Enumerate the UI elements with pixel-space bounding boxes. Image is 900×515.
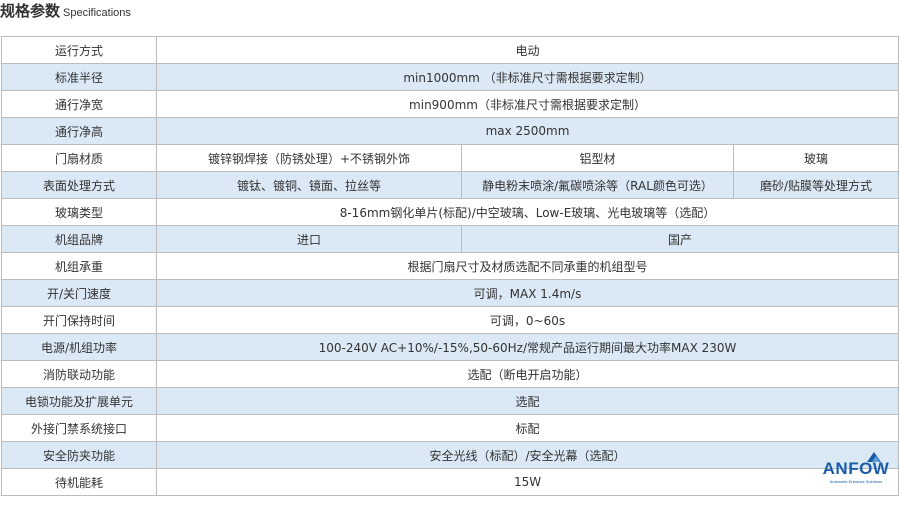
table-row: 机组品牌 进口 国产 (1, 225, 900, 253)
logo-tagline: Automatic Entrance Solutions (829, 479, 883, 484)
row-label: 开门保持时间 (1, 306, 157, 334)
row-value: 选配（断电开启功能） (155, 360, 900, 388)
row-label: 玻璃类型 (1, 198, 157, 226)
row-value: 15W (155, 468, 900, 496)
row-label: 电源/机组功率 (1, 333, 157, 361)
table-row: 待机能耗 15W (1, 468, 900, 496)
row-label: 机组品牌 (1, 225, 157, 253)
table-row: 外接门禁系统接口 标配 (1, 414, 900, 442)
heading-title-zh: 规格参数 (0, 2, 61, 20)
row-value: 镀钛、镀铜、镜面、拉丝等 (156, 171, 462, 199)
table-row: 电源/机组功率 100-240V AC+10%/-15%,50-60Hz/常规产… (1, 333, 900, 361)
table-row: 门扇材质 镀锌钢焊接（防锈处理）+不锈钢外饰 铝型材 玻璃 (1, 144, 900, 172)
heading-title-en: Specifications (63, 7, 131, 19)
anfow-logo: ANFOW Automatic Entrance Solutions (817, 452, 895, 486)
row-label: 开/关门速度 (1, 279, 157, 307)
table-row: 运行方式 电动 (1, 36, 900, 64)
row-label: 标准半径 (1, 63, 157, 91)
table-row: 机组承重 根据门扇尺寸及材质选配不同承重的机组型号 (1, 252, 900, 280)
logo-wordmark: ANFOW (822, 459, 890, 478)
row-value: 可调，0~60s (155, 306, 900, 334)
row-label: 表面处理方式 (1, 171, 157, 199)
table-row: 安全防夹功能 安全光线（标配）/安全光幕（选配） (1, 441, 900, 469)
row-value: min1000mm （非标准尺寸需根据要求定制） (155, 63, 900, 91)
table-row: 标准半径 min1000mm （非标准尺寸需根据要求定制） (1, 63, 900, 91)
row-label: 门扇材质 (1, 144, 157, 172)
table-row: 玻璃类型 8-16mm钢化单片(标配)/中空玻璃、Low-E玻璃、光电玻璃等（选… (1, 198, 900, 226)
row-value: 8-16mm钢化单片(标配)/中空玻璃、Low-E玻璃、光电玻璃等（选配） (155, 198, 900, 226)
row-label: 电锁功能及扩展单元 (1, 387, 157, 415)
table-row: 开/关门速度 可调，MAX 1.4m/s (1, 279, 900, 307)
table-row: 电锁功能及扩展单元 选配 (1, 387, 900, 415)
section-heading: 规格参数 Specifications (0, 0, 131, 22)
row-value: 可调，MAX 1.4m/s (155, 279, 900, 307)
row-label: 外接门禁系统接口 (1, 414, 157, 442)
row-value: 玻璃 (732, 144, 900, 172)
row-label: 通行净宽 (1, 90, 157, 118)
row-value: min900mm（非标准尺寸需根据要求定制） (155, 90, 900, 118)
row-value: 镀锌钢焊接（防锈处理）+不锈钢外饰 (156, 144, 462, 172)
row-label: 通行净高 (1, 117, 157, 145)
row-value: 选配 (155, 387, 900, 415)
table-row: 通行净高 max 2500mm (1, 117, 900, 145)
table-row: 消防联动功能 选配（断电开启功能） (1, 360, 900, 388)
row-value: 静电粉末喷涂/氟碳喷涂等（RAL颜色可选） (461, 171, 734, 199)
row-value: max 2500mm (155, 117, 900, 145)
row-value: 进口 (156, 225, 462, 253)
row-value: 安全光线（标配）/安全光幕（选配） (155, 441, 900, 469)
row-value: 磨砂/贴膜等处理方式 (732, 171, 900, 199)
row-value: 根据门扇尺寸及材质选配不同承重的机组型号 (155, 252, 900, 280)
row-value: 电动 (155, 36, 900, 64)
row-label: 消防联动功能 (1, 360, 157, 388)
spec-table: 运行方式 电动 标准半径 min1000mm （非标准尺寸需根据要求定制） 通行… (1, 36, 900, 496)
row-label: 安全防夹功能 (1, 441, 157, 469)
table-row: 开门保持时间 可调，0~60s (1, 306, 900, 334)
row-label: 待机能耗 (1, 468, 157, 496)
row-value: 铝型材 (461, 144, 734, 172)
table-row: 通行净宽 min900mm（非标准尺寸需根据要求定制） (1, 90, 900, 118)
table-row: 表面处理方式 镀钛、镀铜、镜面、拉丝等 静电粉末喷涂/氟碳喷涂等（RAL颜色可选… (1, 171, 900, 199)
row-label: 运行方式 (1, 36, 157, 64)
row-value: 国产 (460, 225, 900, 253)
row-value: 100-240V AC+10%/-15%,50-60Hz/常规产品运行期间最大功… (155, 333, 900, 361)
row-value: 标配 (155, 414, 900, 442)
row-label: 机组承重 (1, 252, 157, 280)
